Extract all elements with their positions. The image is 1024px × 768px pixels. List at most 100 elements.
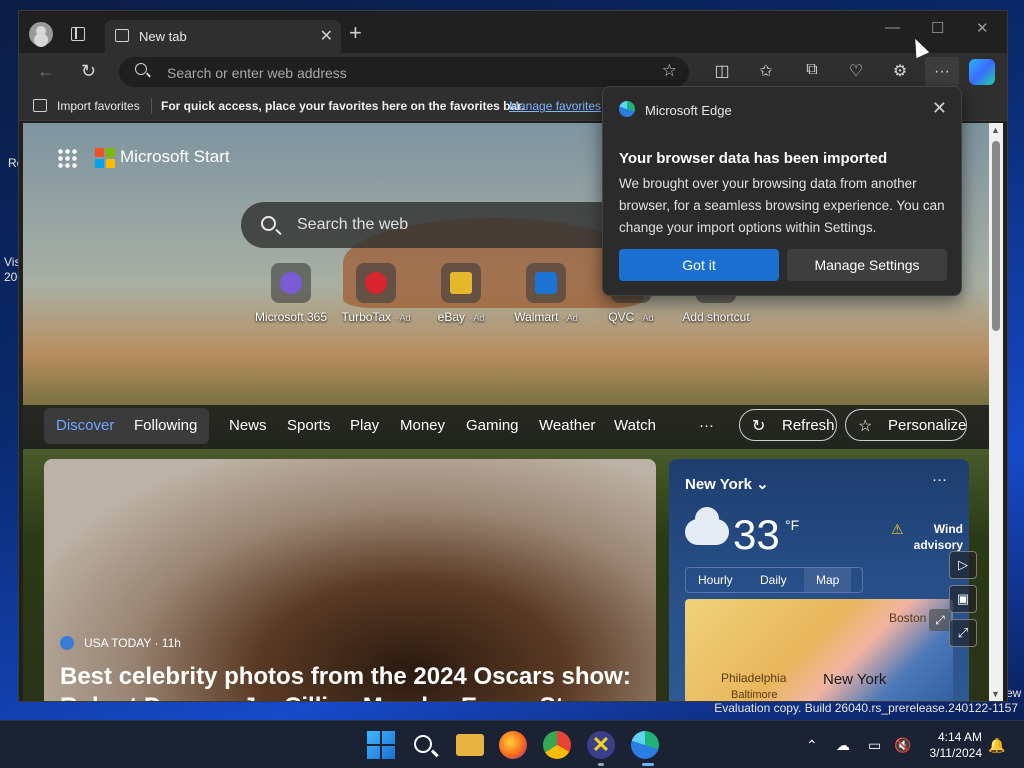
import-favorites-icon[interactable] (33, 99, 47, 112)
notification-bell-icon[interactable]: 🔔 (988, 737, 1005, 754)
copilot-icon[interactable] (969, 59, 995, 85)
ebay-bag-icon (450, 272, 472, 294)
tab-play[interactable]: Play (350, 417, 379, 434)
tab-gaming[interactable]: Gaming (466, 417, 519, 434)
expand-map-icon[interactable]: ⤢ (929, 609, 951, 631)
tab-title: New tab (139, 29, 187, 44)
system-clock[interactable]: 4:14 AM 3/11/2024 (918, 729, 983, 761)
tab-sports[interactable]: Sports (287, 417, 330, 434)
tab-new-tab[interactable]: New tab ✕ (105, 20, 341, 53)
split-screen-icon[interactable]: ◫ (711, 61, 733, 81)
manage-settings-button[interactable]: Manage Settings (787, 249, 947, 281)
dialog-app-name: Microsoft Edge (645, 103, 732, 118)
quick-link-ebay[interactable]: eBay · Ad (416, 263, 506, 324)
desktop-icon-label[interactable]: ew (1006, 686, 1021, 700)
minimize-icon[interactable]: — (885, 19, 900, 36)
import-favorites-button[interactable]: Import favorites (57, 99, 140, 113)
close-dialog-icon[interactable]: ✕ (932, 98, 947, 119)
more-categories-button[interactable]: ··· (699, 417, 714, 434)
tab-following[interactable]: Following (134, 417, 197, 434)
got-it-button[interactable]: Got it (619, 249, 779, 281)
tab-watch[interactable]: Watch (614, 417, 656, 434)
close-window-icon[interactable]: ✕ (976, 19, 989, 37)
tab-weather[interactable]: Weather (539, 417, 595, 434)
tab-daily[interactable]: Daily (760, 573, 787, 587)
active-indicator (642, 763, 654, 766)
clock-time: 4:14 AM (937, 730, 982, 744)
tab-actions-icon[interactable] (71, 27, 85, 41)
tab-news[interactable]: News (229, 417, 267, 434)
manage-favorites-link[interactable]: Manage favorites (509, 99, 601, 113)
temperature-unit: °F (785, 517, 800, 533)
tile-label: eBay (437, 310, 465, 324)
network-offline-icon[interactable]: ☁ (836, 737, 850, 754)
settings-and-more-icon[interactable]: ··· (925, 57, 959, 87)
cloudy-icon (685, 507, 729, 545)
profile-avatar-icon[interactable] (29, 22, 53, 46)
firefox-icon[interactable] (499, 731, 527, 759)
maximize-icon[interactable]: ☐ (931, 19, 944, 37)
show-hidden-icons-chevron-icon[interactable]: ⌃ (806, 737, 818, 754)
volume-muted-icon[interactable]: 🔇 (894, 737, 911, 754)
favorites-icon[interactable]: ✩ (755, 61, 777, 81)
close-tab-icon[interactable]: ✕ (320, 26, 333, 46)
tab-map[interactable]: Map (804, 568, 852, 592)
add-favorite-star-icon[interactable]: ☆ (662, 61, 677, 81)
quick-link-turbotax[interactable]: TurboTax · Ad (331, 263, 421, 324)
page-scrollbar[interactable]: ▲ ▼ (989, 123, 1003, 701)
weather-location[interactable]: New York ⌄ (685, 475, 769, 493)
usa-today-logo-icon (60, 636, 74, 650)
app-launcher-icon[interactable] (57, 148, 77, 168)
desktop-icon-label[interactable]: 20 (4, 270, 17, 284)
search-icon[interactable] (414, 735, 432, 753)
weather-card: New York ⌄ ··· 33 °F ⚠ Wind advisory Hou… (669, 459, 969, 701)
news-headline[interactable]: Best celebrity photos from the 2024 Osca… (60, 662, 640, 701)
search-icon (135, 63, 147, 75)
pinned-app-x-icon[interactable]: ✕ (587, 731, 615, 759)
address-bar[interactable]: Search or enter web address ☆ (119, 57, 689, 87)
news-card[interactable]: USA TODAY · 11h Best celebrity photos fr… (44, 459, 656, 701)
chrome-icon[interactable] (543, 731, 571, 759)
data-imported-dialog: Microsoft Edge ✕ Your browser data has b… (602, 86, 962, 296)
weather-tabs: Hourly Daily Map (685, 567, 863, 593)
scroll-up-icon[interactable]: ▲ (991, 125, 1000, 135)
personalize-button[interactable]: ☆ Personalize (845, 409, 967, 441)
favorites-bar-message: For quick access, place your favorites h… (161, 99, 525, 113)
collections-icon[interactable]: ⧉ (801, 61, 823, 79)
weather-map[interactable]: Boston Philadelphia Baltimore New York ⤢ (685, 599, 953, 701)
walmart-spark-icon (535, 272, 557, 294)
browser-essentials-icon[interactable]: ♡ (845, 61, 867, 81)
map-label-new-york: New York (823, 671, 887, 688)
refresh-icon[interactable]: ↻ (81, 61, 96, 82)
display-icon[interactable]: ▭ (868, 737, 881, 754)
tile-label: Microsoft 365 (254, 310, 328, 324)
edge-icon[interactable] (631, 731, 659, 759)
quick-link-walmart[interactable]: Walmart · Ad (501, 263, 591, 324)
tab-money[interactable]: Money (400, 417, 445, 434)
start-button-windows-icon[interactable] (367, 731, 395, 759)
tile-label: Walmart (514, 310, 559, 324)
scrollbar-thumb[interactable] (992, 141, 1000, 331)
quick-link-microsoft-365[interactable]: Microsoft 365 (246, 263, 336, 324)
extensions-icon[interactable]: ⚙ (889, 61, 911, 81)
fullscreen-icon[interactable]: ⤢ (949, 619, 977, 647)
tile-label: Add shortcut (682, 310, 750, 324)
play-icon[interactable]: ▷ (949, 551, 977, 579)
new-tab-page-icon (115, 29, 129, 42)
background-image-icon[interactable]: ▣ (949, 585, 977, 613)
new-tab-plus-icon[interactable]: + (349, 22, 362, 44)
tab-hourly[interactable]: Hourly (698, 573, 733, 587)
tab-discover[interactable]: Discover (56, 417, 114, 434)
file-explorer-icon[interactable] (456, 734, 484, 756)
tab-strip: New tab ✕ + — ☐ ✕ (19, 11, 1007, 53)
back-arrow-icon[interactable]: ← (37, 61, 55, 82)
refresh-button[interactable]: ↻ Refresh (739, 409, 837, 441)
weather-more-button[interactable]: ··· (932, 471, 947, 488)
wind-advisory-link[interactable]: Wind advisory (893, 521, 963, 553)
ad-label: · Ad (637, 313, 654, 323)
scroll-down-icon[interactable]: ▼ (991, 689, 1000, 699)
map-label-philadelphia: Philadelphia (721, 671, 787, 685)
ad-label: · Ad (468, 313, 485, 323)
web-search-input[interactable]: Search the web (241, 202, 661, 248)
brand-title[interactable]: Microsoft Start (120, 147, 230, 167)
